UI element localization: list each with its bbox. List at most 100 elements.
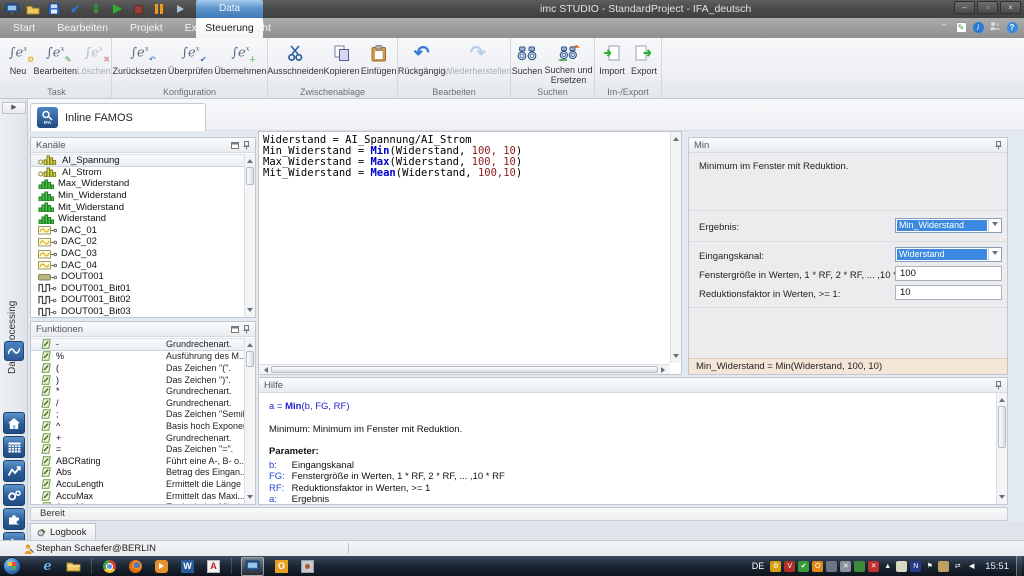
ribbon-button-neu[interactable]: ∫ex⚙ Neu (2, 39, 34, 85)
function-row[interactable]: /Grundrechenart. (31, 397, 244, 409)
users-icon[interactable] (989, 21, 1001, 33)
tray-app-indicator[interactable]: N (910, 561, 921, 572)
function-row[interactable]: =Das Zeichen "=". (31, 443, 244, 455)
function-row[interactable]: AccuLengthErmittelt die Länge ... (31, 478, 244, 490)
taskbar-media-player[interactable] (153, 558, 170, 575)
channel-row[interactable]: Max_Widerstand (31, 178, 244, 190)
function-row[interactable]: *Grundrechenart. (31, 385, 244, 397)
tray-remote-display[interactable] (854, 561, 865, 572)
apply-icon[interactable]: ⇩ (89, 2, 103, 16)
channel-row[interactable]: DAC_03 (31, 248, 244, 260)
channels-scrollbar[interactable] (244, 154, 255, 317)
pin-icon[interactable] (995, 381, 1002, 390)
disabled-tool-icon-1[interactable] (173, 2, 187, 16)
ribbon-button-suchen[interactable]: Suchen (511, 39, 543, 85)
function-row[interactable]: ;Das Zeichen "Semik... (31, 409, 244, 421)
automation-icon[interactable] (3, 484, 25, 506)
scroll-up-icon[interactable] (245, 154, 255, 165)
channel-row[interactable]: AI_Strom (31, 167, 244, 179)
language-indicator[interactable]: DE (752, 561, 765, 571)
taskbar-outlook[interactable]: O (273, 558, 290, 575)
taskbar-windows-explorer[interactable] (65, 558, 82, 575)
ribbon-button-wiederherstellen[interactable]: ↷ Wiederherstellen (445, 39, 510, 85)
pin-icon[interactable] (243, 325, 250, 334)
restore-button[interactable]: ▫ (977, 1, 998, 14)
function-row[interactable]: AccuMeanErmittelt das Mittel... (31, 501, 244, 504)
channel-row[interactable]: DAC_01 (31, 225, 244, 237)
function-row[interactable]: AbsBetrag des Eingan... (31, 467, 244, 479)
eingangskanal-dropdown[interactable]: Widerstand (895, 247, 1002, 262)
ribbon-button-bearbeiten[interactable]: ∫ex✎ Bearbeiten (34, 39, 76, 85)
edit-pencil-icon[interactable]: ✎ (955, 21, 967, 33)
tray-error-status[interactable]: ✕ (868, 561, 879, 572)
menu-item-projekt[interactable]: Projekt (119, 18, 174, 38)
function-row[interactable]: ABCRatingFührt eine A-, B- o... (31, 455, 244, 467)
scroll-up-icon[interactable] (245, 338, 255, 349)
ribbon-button-export[interactable]: Export (628, 39, 660, 85)
taskbar-chrome[interactable] (101, 558, 118, 575)
tray-outlook-tray[interactable]: O (812, 561, 823, 572)
open-project-icon[interactable] (26, 2, 40, 16)
channel-row[interactable]: AI_Spannung (31, 154, 244, 167)
menu-item-bearbeiten[interactable]: Bearbeiten (46, 18, 119, 38)
function-row[interactable]: %Ausführung des M... (31, 351, 244, 363)
rail-expand-button[interactable]: ▶ (2, 102, 26, 114)
ribbon-button-ausschneiden[interactable]: Ausschneiden (268, 39, 323, 85)
info-icon[interactable]: i (972, 21, 984, 33)
channel-row[interactable]: DAC_02 (31, 236, 244, 248)
save-icon[interactable] (47, 2, 61, 16)
function-row[interactable]: AccuMaxErmittelt das Maxi... (31, 490, 244, 502)
minimize-button[interactable]: – (954, 1, 975, 14)
channel-row[interactable]: DOUT001_Bit01 (31, 283, 244, 295)
tab-steuerung[interactable]: Steuerung (196, 18, 263, 38)
help-scrollbar[interactable] (996, 393, 1007, 504)
taskbar-word[interactable]: W (179, 558, 196, 575)
scroll-thumb[interactable] (998, 406, 1006, 448)
scroll-down-icon[interactable] (997, 493, 1007, 504)
close-button[interactable]: × (1000, 1, 1021, 14)
ribbon-button-kopieren[interactable]: Kopieren (323, 39, 360, 85)
channel-row[interactable]: Widerstand (31, 213, 244, 225)
taskbar-snipping-tool[interactable] (299, 558, 316, 575)
scroll-thumb[interactable] (246, 167, 254, 185)
fenstergroesse-input[interactable] (895, 266, 1002, 281)
tray-antivirus-shield[interactable]: V (784, 561, 795, 572)
data-processing-icon[interactable] (4, 341, 24, 361)
pause-icon[interactable] (152, 2, 166, 16)
collapse-ribbon-icon[interactable]: ⌃ (938, 21, 950, 33)
tab-inline-famos[interactable]: IFA Inline FAMOS (30, 103, 206, 131)
home-icon[interactable] (3, 412, 25, 434)
start-button[interactable] (3, 557, 21, 575)
scroll-right-icon[interactable] (659, 365, 670, 374)
tray-volume[interactable]: ◀ (966, 561, 977, 572)
reduktionsfaktor-input[interactable] (895, 285, 1002, 300)
taskbar-internet-explorer[interactable]: e (39, 558, 56, 575)
scroll-down-icon[interactable] (245, 306, 255, 317)
context-tab-data-processing[interactable]: Data Processing (196, 0, 263, 18)
function-row[interactable]: -Grundrechenart. (31, 338, 244, 351)
ribbon-button-zur-cksetzen[interactable]: ∫ex↶ Zurücksetzen (112, 39, 167, 85)
channel-row[interactable]: Min_Widerstand (31, 190, 244, 202)
scroll-thumb[interactable] (271, 366, 658, 373)
tray-power-plan[interactable] (896, 561, 907, 572)
plugin-icon[interactable] (3, 508, 25, 530)
check-icon[interactable]: ✔ (68, 2, 82, 16)
float-panel-icon[interactable] (231, 142, 239, 149)
tray-security-ok-shield[interactable]: ✔ (798, 561, 809, 572)
ribbon-button--bernehmen[interactable]: ∫ex＋ Übernehmen (214, 39, 267, 85)
pin-icon[interactable] (243, 141, 250, 150)
scroll-up-icon[interactable] (671, 132, 681, 143)
tray-network-offline[interactable]: ✕ (840, 561, 851, 572)
tray-display-tray[interactable] (826, 561, 837, 572)
tray-sync-arrows[interactable]: ⇄ (952, 561, 963, 572)
code-text[interactable]: Widerstand = AI_Spannung/AI_Strom Min_Wi… (260, 132, 669, 363)
channel-row[interactable]: DOUT001 (31, 271, 244, 283)
taskbar-imc-studio-active[interactable] (241, 557, 264, 576)
tray-vpn-client[interactable]: ▲ (882, 561, 893, 572)
functions-scrollbar[interactable] (244, 338, 255, 504)
channel-row[interactable]: Mit_Widerstand (31, 201, 244, 213)
scroll-down-icon[interactable] (671, 352, 681, 363)
start-measurement-icon[interactable] (110, 2, 124, 16)
channel-row[interactable]: DAC_04 (31, 259, 244, 271)
function-row[interactable]: +Grundrechenart. (31, 432, 244, 444)
